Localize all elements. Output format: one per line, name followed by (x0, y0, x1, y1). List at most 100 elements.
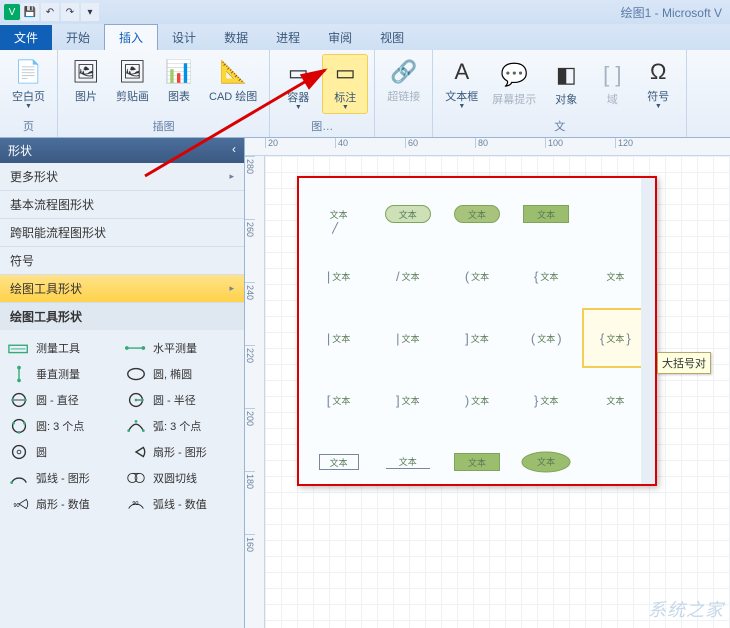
gallery-item[interactable]: )文本 (443, 370, 510, 430)
gallery-item[interactable]: 文本 (374, 432, 441, 492)
gallery-item[interactable]: {文本 (513, 246, 580, 306)
shape-item[interactable]: 扇形 - 图形 (125, 440, 236, 464)
ruler-tick: 80 (475, 138, 545, 148)
ribbon-tabs: 文件 开始 插入 设计 数据 进程 审阅 视图 (0, 24, 730, 50)
stencil-item[interactable]: 基本流程图形状 (0, 191, 244, 219)
gallery-item[interactable]: (文本 (443, 246, 510, 306)
clipart-button-icon: 🖼 (117, 56, 149, 88)
field-button-label: 域 (607, 91, 618, 107)
shape-label: 水平测量 (153, 340, 197, 356)
dropdown-arrow-icon: ▼ (295, 105, 302, 111)
shape-label: 圆 - 半径 (153, 392, 196, 408)
tab-home[interactable]: 开始 (52, 25, 104, 50)
stencil-item[interactable]: 跨职能流程图形状 (0, 219, 244, 247)
gallery-item[interactable]: 文本 (374, 184, 441, 244)
blank-page-button-icon: 📄 (13, 56, 45, 88)
gallery-scrollbar[interactable] (641, 178, 655, 484)
ruler-tick: 100 (545, 138, 615, 148)
shapes-stencil-active-header: 绘图工具形状 (0, 303, 244, 330)
tab-process[interactable]: 进程 (262, 25, 314, 50)
gallery-item[interactable]: [文本 (305, 370, 372, 430)
shape-icon (8, 443, 30, 461)
shape-item[interactable]: 圆 - 直径 (8, 388, 119, 412)
ribbon-group: 📄空白页▼页 (0, 50, 58, 137)
gallery-item[interactable]: 文本 (305, 184, 372, 244)
ruler-tick: 260 (245, 219, 255, 282)
gallery-item[interactable]: |文本 (305, 246, 372, 306)
stencil-item[interactable]: 符号 (0, 247, 244, 275)
gallery-item[interactable]: (文本 ) (513, 308, 580, 368)
shape-item[interactable]: 90弧线 - 数值 (125, 492, 236, 516)
stencil-item[interactable]: 更多形状▸ (0, 163, 244, 191)
svg-text:90: 90 (132, 501, 138, 507)
gallery-item[interactable]: 文本 (582, 246, 649, 306)
cad-button-label: CAD 绘图 (209, 88, 257, 104)
ruler-tick: 200 (245, 408, 255, 471)
gallery-item[interactable]: 文本 (513, 432, 580, 492)
gallery-item[interactable]: |文本 (305, 308, 372, 368)
gallery-item[interactable]: 文本 (443, 432, 510, 492)
chart-button[interactable]: 📊图表 (157, 54, 201, 106)
shape-label: 垂直测量 (36, 366, 80, 382)
symbol-button-label: 符号 (647, 88, 669, 104)
symbol-button[interactable]: Ω符号▼ (636, 54, 680, 112)
gallery-item[interactable]: 文本 (443, 184, 510, 244)
gallery-item[interactable] (582, 432, 649, 492)
shape-label: 弧线 - 图形 (36, 470, 90, 486)
shapes-pane-title: 形状 (8, 142, 32, 159)
gallery-item[interactable]: ]文本 (374, 370, 441, 430)
shape-item[interactable]: 圆 - 半径 (125, 388, 236, 412)
gallery-item[interactable]: {文本 } (582, 308, 649, 368)
tab-review[interactable]: 审阅 (314, 25, 366, 50)
picture-button[interactable]: 🖼图片 (64, 54, 108, 106)
textbox-button[interactable]: A文本框▼ (439, 54, 484, 112)
object-button-icon: ◧ (550, 59, 582, 91)
tab-view[interactable]: 视图 (366, 25, 418, 50)
shape-label: 扇形 - 数值 (36, 496, 90, 512)
shapes-grid: 测量工具 水平测量垂直测量 圆, 椭圆圆 - 直径 圆 - 半径圆: 3 个点弧: 3… (0, 330, 244, 522)
tab-insert[interactable]: 插入 (104, 24, 158, 50)
shapes-pane-collapse-icon[interactable]: ‹ (232, 142, 236, 159)
dropdown-arrow-icon: ▼ (25, 104, 32, 110)
qat-undo-icon[interactable]: ↶ (41, 3, 59, 21)
cad-button[interactable]: 📐CAD 绘图 (203, 54, 263, 106)
chevron-right-icon: ▸ (229, 171, 234, 182)
shape-item[interactable]: 垂直测量 (8, 362, 119, 386)
gallery-item[interactable]: /文本 (374, 246, 441, 306)
qat-save-icon[interactable]: 💾 (21, 3, 39, 21)
shape-item[interactable]: 圆, 椭圆 (125, 362, 236, 386)
shape-item[interactable]: 90扇形 - 数值 (8, 492, 119, 516)
gallery-item[interactable]: }文本 (513, 370, 580, 430)
tab-design[interactable]: 设计 (158, 25, 210, 50)
shape-item[interactable]: 圆: 3 个点 (8, 414, 119, 438)
stencil-item[interactable]: 绘图工具形状 ▸ (0, 275, 244, 303)
clipart-button[interactable]: 🖼剪贴画 (110, 54, 155, 106)
callout-button[interactable]: ▭标注▼ (322, 54, 368, 114)
qat-redo-icon[interactable]: ↷ (61, 3, 79, 21)
gallery-item[interactable]: |文本 (374, 308, 441, 368)
shape-icon (8, 365, 30, 383)
qat-customize-icon[interactable]: ▾ (81, 3, 99, 21)
shape-item[interactable]: 弧线 - 图形 (8, 466, 119, 490)
shape-item[interactable]: 弧: 3 个点 (125, 414, 236, 438)
shape-item[interactable]: 测量工具 (8, 336, 119, 360)
tab-data[interactable]: 数据 (210, 25, 262, 50)
canvas-area: 20406080100120 280260240220200180160 文本文… (245, 138, 730, 628)
tab-file[interactable]: 文件 (0, 25, 52, 50)
chevron-right-icon: ▸ (229, 283, 234, 294)
gallery-item[interactable]: 文本 (513, 184, 580, 244)
container-button[interactable]: ▭容器▼ (276, 54, 320, 114)
blank-page-button[interactable]: 📄空白页▼ (6, 54, 51, 112)
gallery-item[interactable] (582, 184, 649, 244)
object-button[interactable]: ◧对象 (544, 54, 588, 112)
stencil-item-label: 跨职能流程图形状 (10, 224, 106, 241)
ribbon-group: A文本框▼💬屏幕提示◧对象[ ]域Ω符号▼文 (433, 50, 687, 137)
canvas-grid[interactable]: 文本文本文本文本|文本/文本(文本{文本文本|文本|文本]文本(文本 ){文本 … (265, 156, 730, 628)
stencil-item-label: 绘图工具形状 (10, 280, 82, 297)
gallery-item[interactable]: 文本 (582, 370, 649, 430)
gallery-item[interactable]: ]文本 (443, 308, 510, 368)
shape-item[interactable]: 圆 (8, 440, 119, 464)
gallery-item[interactable]: 文本 (305, 432, 372, 492)
shape-item[interactable]: 双圆切线 (125, 466, 236, 490)
shape-item[interactable]: 水平测量 (125, 336, 236, 360)
